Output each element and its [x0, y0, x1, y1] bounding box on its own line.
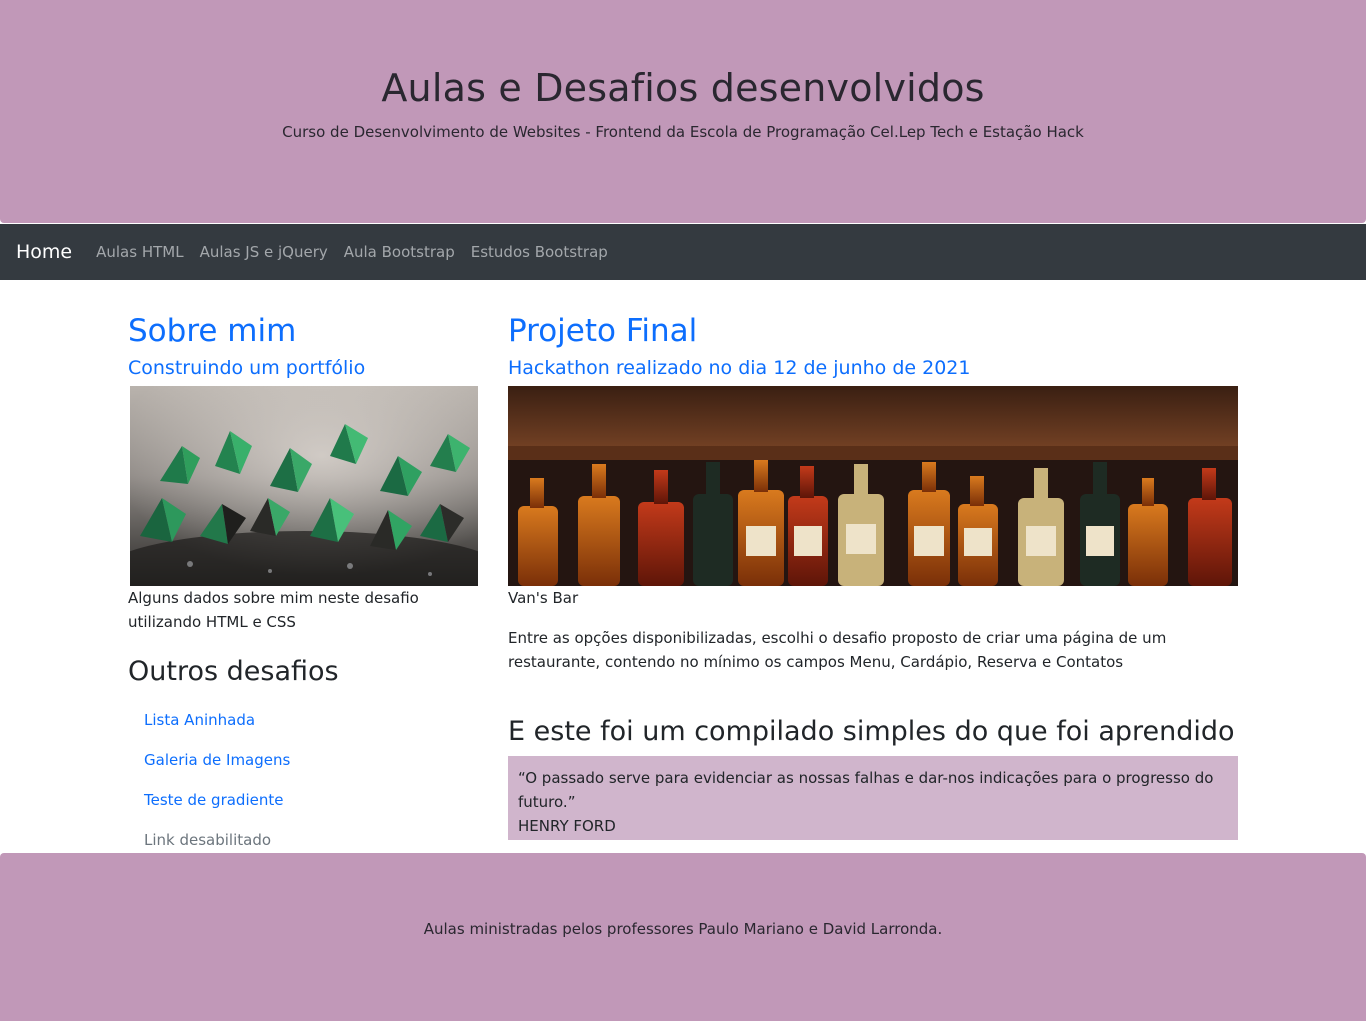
quote-block: “O passado serve para evidenciar as noss… [508, 756, 1238, 840]
other-challenges-list: Lista Aninhada Galeria de Imagens Teste … [128, 700, 480, 860]
project-caption: Van's Bar [508, 589, 579, 607]
project-title: Projeto Final [508, 313, 698, 349]
about-title: Sobre mim [128, 313, 297, 349]
quote-author: HENRY FORD [518, 817, 616, 835]
link-teste-de-gradiente[interactable]: Teste de gradiente [144, 780, 480, 820]
butterflies-image [130, 386, 478, 586]
project-subtitle: Hackathon realizado no dia 12 de junho d… [508, 357, 971, 379]
page-subtitle: Curso de Desenvolvimento de Websites - F… [282, 123, 1084, 141]
footer: Aulas ministradas pelos professores Paul… [0, 853, 1366, 1021]
header-jumbotron: Aulas e Desafios desenvolvidos Curso de … [0, 0, 1366, 223]
nav-link-aula-bootstrap[interactable]: Aula Bootstrap [336, 243, 463, 261]
about-column: Sobre mim Construindo um portfólio Algun… [128, 310, 480, 860]
link-lista-aninhada[interactable]: Lista Aninhada [144, 700, 480, 740]
navbar: Home Aulas HTML Aulas JS e jQuery Aula B… [0, 224, 1366, 280]
other-challenges-title: Outros desafios [128, 656, 339, 687]
quote-text: “O passado serve para evidenciar as noss… [518, 769, 1214, 811]
bar-bottles-image [508, 386, 1238, 586]
nav-link-aulas-js-jquery[interactable]: Aulas JS e jQuery [192, 243, 336, 261]
project-description: Entre as opções disponibilizadas, escolh… [508, 629, 1167, 671]
about-caption: Alguns dados sobre mim neste desafio uti… [128, 589, 419, 631]
link-galeria-de-imagens[interactable]: Galeria de Imagens [144, 740, 480, 780]
about-subtitle: Construindo um portfólio [128, 357, 366, 379]
nav-link-estudos-bootstrap[interactable]: Estudos Bootstrap [463, 243, 616, 261]
compilado-title: E este foi um compilado simples do que f… [508, 716, 1235, 747]
page-title: Aulas e Desafios desenvolvidos [381, 66, 985, 110]
project-column: Projeto Final Hackathon realizado no dia… [508, 310, 1238, 840]
nav-link-aulas-html[interactable]: Aulas HTML [88, 243, 191, 261]
footer-text: Aulas ministradas pelos professores Paul… [423, 920, 943, 938]
nav-brand-home[interactable]: Home [16, 241, 72, 263]
